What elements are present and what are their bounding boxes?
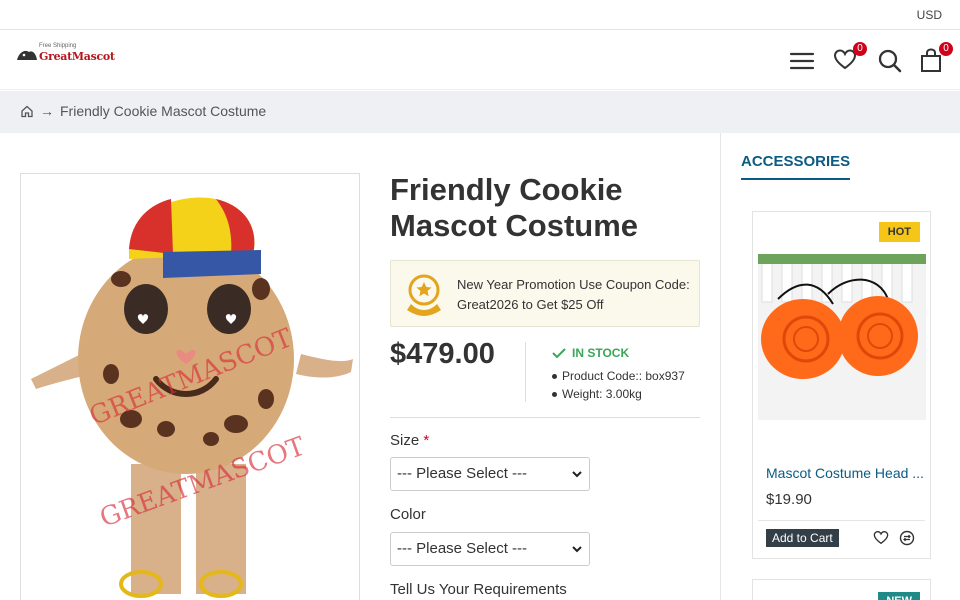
- new-badge: NEW: [878, 592, 920, 600]
- logo-text: GreatMascot: [39, 50, 115, 63]
- accessory-name[interactable]: Mascot Costume Head ...: [766, 465, 924, 481]
- logo-tagline: Free Shipping: [39, 43, 77, 49]
- wishlist-count-badge: 0: [853, 42, 867, 56]
- check-icon: [552, 348, 566, 359]
- size-label: Size *: [390, 432, 430, 449]
- product-title: Friendly Cookie Mascot Costume: [390, 172, 639, 243]
- divider: [390, 417, 700, 418]
- divider: [758, 520, 925, 521]
- cookie-mascot-illustration: GREATMASCOT GREATMASCOT: [31, 197, 353, 598]
- search-icon: [878, 49, 902, 73]
- home-icon[interactable]: [20, 104, 34, 118]
- search-button[interactable]: [877, 48, 905, 76]
- product-code: Product Code:: box937: [562, 369, 685, 383]
- accessory-card[interactable]: HOT Mascot Costume Head ... $19.90 Add t…: [752, 211, 931, 559]
- promo-banner: New Year Promotion Use Coupon Code: Grea…: [390, 260, 700, 327]
- logo-mascot-icon: [17, 50, 37, 60]
- accessory-image[interactable]: [758, 254, 926, 420]
- product-weight: Weight: 3.00kg: [562, 387, 642, 401]
- top-bar: USD: [0, 0, 960, 30]
- site-header: Free Shipping GreatMascot 0 0: [0, 30, 960, 90]
- size-select-value: --- Please Select ---: [397, 465, 528, 482]
- blower-fans-illustration: [758, 254, 926, 420]
- heart-icon[interactable]: [873, 530, 889, 546]
- stock-label: IN STOCK: [572, 346, 630, 360]
- wishlist-button[interactable]: 0: [833, 42, 867, 76]
- site-logo[interactable]: Free Shipping GreatMascot: [16, 43, 116, 65]
- menu-icon[interactable]: [789, 48, 817, 76]
- stock-status: IN STOCK: [552, 346, 629, 360]
- cart-button[interactable]: 0: [919, 42, 953, 76]
- award-badge-icon: [407, 274, 441, 316]
- accessory-card[interactable]: NEW: [752, 579, 931, 600]
- product-price: $479.00: [390, 338, 495, 370]
- add-to-cart-button[interactable]: Add to Cart: [766, 529, 839, 547]
- hot-badge: HOT: [878, 222, 920, 242]
- color-label: Color: [390, 506, 426, 523]
- product-specs: Product Code:: box937 Weight: 3.00kg: [552, 367, 685, 403]
- breadcrumb-arrow: →: [40, 103, 54, 119]
- chevron-down-icon: [572, 546, 582, 553]
- chevron-down-icon: [572, 471, 582, 478]
- breadcrumb: → Friendly Cookie Mascot Costume: [0, 91, 960, 133]
- cart-count-badge: 0: [939, 42, 953, 56]
- divider: [525, 342, 526, 402]
- color-select-value: --- Please Select ---: [397, 540, 528, 557]
- size-select[interactable]: --- Please Select ---: [390, 457, 590, 491]
- accessories-title: ACCESSORIES: [741, 153, 851, 180]
- color-select[interactable]: --- Please Select ---: [390, 532, 590, 566]
- product-main-image[interactable]: GREATMASCOT GREATMASCOT: [20, 173, 360, 600]
- currency-selector[interactable]: USD: [917, 8, 942, 22]
- requirements-label: Tell Us Your Requirements: [390, 581, 567, 598]
- promo-text: New Year Promotion Use Coupon Code: Grea…: [457, 277, 690, 312]
- required-mark: *: [423, 432, 430, 449]
- accessories-sidebar: ACCESSORIES HOT Mascot Costume Head ... …: [720, 133, 960, 600]
- accessory-price: $19.90: [766, 491, 812, 508]
- breadcrumb-current[interactable]: Friendly Cookie Mascot Costume: [60, 103, 266, 119]
- compare-icon[interactable]: [899, 530, 915, 546]
